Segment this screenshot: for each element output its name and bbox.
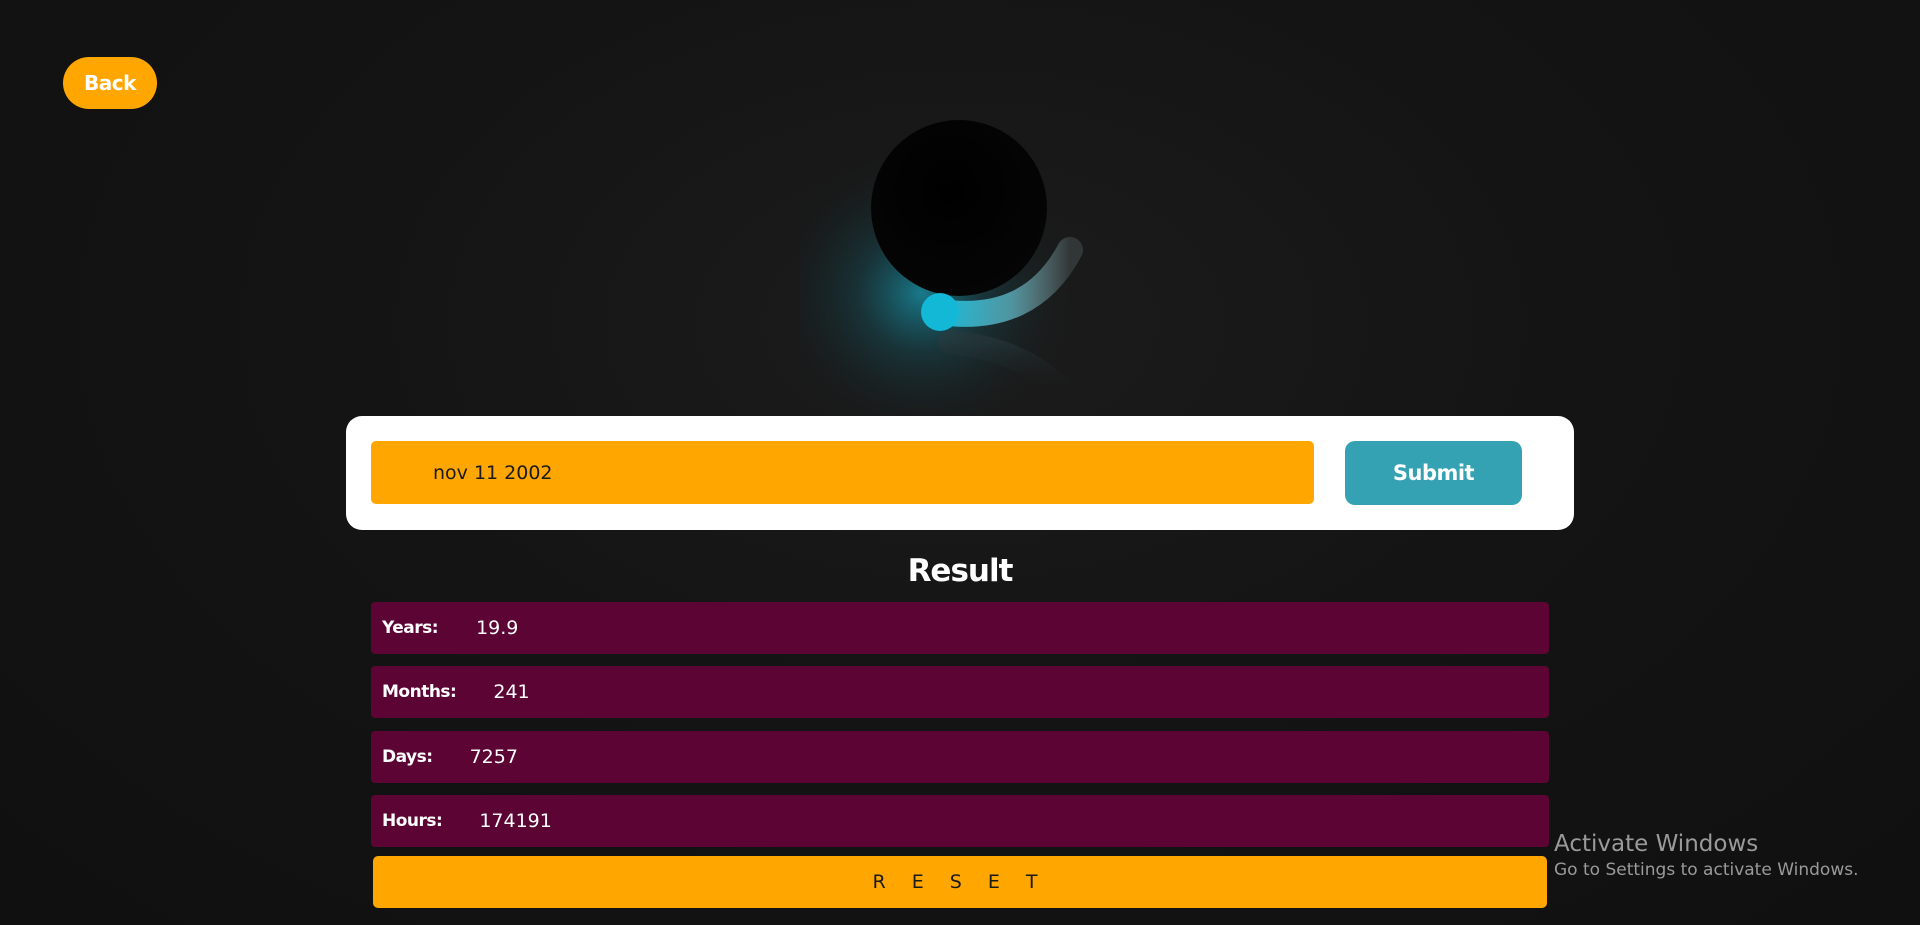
result-label-years: Years: [382, 618, 439, 638]
result-row-years: Years: 19.9 [371, 602, 1549, 654]
result-value-hours: 174191 [479, 810, 552, 832]
result-value-years: 19.9 [476, 617, 519, 639]
activate-windows-subtitle: Go to Settings to activate Windows. [1554, 860, 1859, 880]
result-row-months: Months: 241 [371, 666, 1549, 718]
result-row-days: Days: 7257 [371, 731, 1549, 783]
submit-button[interactable]: Submit [1345, 441, 1522, 505]
result-value-months: 241 [493, 681, 530, 703]
result-row-hours: Hours: 174191 [371, 795, 1549, 847]
result-label-months: Months: [382, 682, 457, 702]
date-input[interactable]: nov 11 2002 [371, 441, 1314, 504]
glowing-orb-illustration [800, 110, 1120, 415]
back-button[interactable]: Back [63, 57, 157, 109]
result-label-days: Days: [382, 747, 433, 767]
result-value-days: 7257 [469, 746, 518, 768]
reset-button[interactable]: R E S E T [373, 856, 1547, 908]
date-form-card: nov 11 2002 Submit [346, 416, 1574, 530]
activate-windows-title: Activate Windows [1554, 831, 1759, 857]
activate-windows-watermark: Activate Windows Go to Settings to activ… [1554, 830, 1859, 882]
result-title: Result [907, 553, 1014, 589]
result-label-hours: Hours: [382, 811, 443, 831]
